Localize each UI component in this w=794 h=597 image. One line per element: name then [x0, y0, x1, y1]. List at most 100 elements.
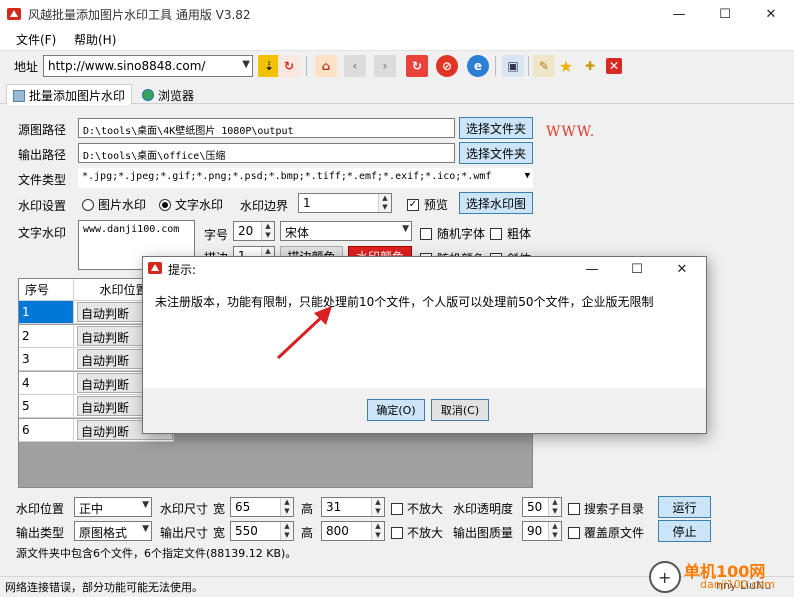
- chevron-down-icon[interactable]: ▼: [525, 171, 530, 181]
- go-icon[interactable]: ⇣: [258, 55, 280, 77]
- window-title: 风越批量添加图片水印工具 通用版 V3.82: [28, 8, 251, 22]
- spin-arrows-icon[interactable]: ▲▼: [378, 194, 391, 212]
- spinner-value: 65: [235, 500, 251, 514]
- chevron-down-icon[interactable]: ▼: [402, 224, 409, 234]
- watermark-width-spinner[interactable]: 65 ▲ ▼: [230, 497, 294, 517]
- chevron-down-icon[interactable]: ▼: [242, 59, 250, 70]
- globe-icon: [142, 89, 154, 101]
- table-row-index[interactable]: 5: [19, 395, 74, 418]
- font-size-spinner[interactable]: 20 ▲ ▼: [233, 221, 275, 241]
- checkbox-icon: [391, 526, 403, 539]
- watermark-height-spinner[interactable]: 31 ▲ ▼: [321, 497, 385, 517]
- file-type-value: *.jpg;*.jpeg;*.gif;*.png;*.psd;*.bmp;*.t…: [82, 171, 492, 182]
- height-label: 高: [301, 526, 314, 540]
- watermark-position-select[interactable]: 正中 ▼: [74, 497, 152, 517]
- menu-file[interactable]: 文件(F): [16, 31, 56, 48]
- radio-label: 文字水印: [175, 198, 224, 212]
- table-row-index[interactable]: 1: [19, 301, 74, 324]
- dialog-cancel-button[interactable]: 取消(C): [431, 399, 489, 421]
- file-type-label: 文件类型: [18, 173, 67, 187]
- spinner-value: 90: [527, 524, 543, 538]
- stop-button[interactable]: 停止: [658, 520, 711, 542]
- spin-arrows-icon[interactable]: ▲▼: [371, 498, 384, 516]
- dialog-maximize-button[interactable]: ☐: [614, 257, 660, 281]
- choose-watermark-image-button[interactable]: 选择水印图: [459, 192, 533, 214]
- address-label: 地址: [14, 60, 39, 74]
- dialog-minimize-button[interactable]: —: [569, 257, 615, 281]
- dialog-title: 提示:: [168, 263, 197, 277]
- ie-browser-icon[interactable]: e: [467, 55, 489, 77]
- site-watermark-logo-icon: +: [648, 560, 682, 594]
- preview-checkbox[interactable]: ✓ 预览: [407, 196, 448, 213]
- output-height-spinner[interactable]: 800 ▲ ▼: [321, 521, 385, 541]
- overwrite-checkbox[interactable]: 覆盖原文件: [568, 524, 644, 541]
- watermark-border-spinner[interactable]: 1 ▲ ▼: [298, 193, 392, 213]
- watermark-setting-label: 水印设置: [18, 199, 67, 213]
- font-size-label: 字号: [204, 228, 229, 242]
- checkbox-label: 搜索子目录: [584, 502, 645, 516]
- star-icon[interactable]: ★: [555, 55, 577, 77]
- choose-source-folder-button[interactable]: 选择文件夹: [459, 117, 533, 139]
- table-row-index[interactable]: 4: [19, 371, 74, 395]
- forward-icon[interactable]: ›: [374, 55, 396, 77]
- tab-browser[interactable]: 浏览器: [136, 84, 200, 104]
- output-type-select[interactable]: 原图格式 ▼: [74, 521, 152, 541]
- home-icon[interactable]: ⌂: [315, 55, 337, 77]
- radio-icon: [82, 198, 94, 211]
- run-button[interactable]: 运行: [658, 496, 711, 518]
- spinner-value: 50: [527, 500, 543, 514]
- menu-help[interactable]: 帮助(H): [74, 31, 116, 48]
- choose-output-folder-button[interactable]: 选择文件夹: [459, 142, 533, 164]
- tab-batch-watermark[interactable]: 批量添加图片水印: [6, 84, 133, 105]
- dialog-ok-button[interactable]: 确定(O): [367, 399, 425, 421]
- window-icon[interactable]: ▣: [502, 55, 524, 77]
- opacity-spinner[interactable]: 50 ▲ ▼: [522, 497, 562, 517]
- close-tab-icon[interactable]: ✕: [606, 58, 622, 74]
- checkbox-icon: [391, 502, 403, 515]
- output-width-spinner[interactable]: 550 ▲ ▼: [230, 521, 294, 541]
- chevron-down-icon[interactable]: ▼: [142, 524, 149, 534]
- back-icon[interactable]: ‹: [344, 55, 366, 77]
- site-watermark-url: danji100.com: [700, 578, 775, 591]
- bold-checkbox[interactable]: 粗体: [490, 225, 531, 242]
- quality-spinner[interactable]: 90 ▲ ▼: [522, 521, 562, 541]
- app-logo-icon: [6, 6, 22, 22]
- chevron-down-icon[interactable]: ▼: [142, 500, 149, 510]
- paint-icon[interactable]: ✎: [533, 55, 555, 77]
- table-row-index[interactable]: 3: [19, 348, 74, 371]
- spin-arrows-icon[interactable]: ▲▼: [548, 522, 561, 540]
- spin-arrows-icon[interactable]: ▲▼: [371, 522, 384, 540]
- source-path-input[interactable]: D:\tools\桌面\4K壁纸图片 1080P\output: [78, 118, 455, 138]
- spin-arrows-icon[interactable]: ▲▼: [280, 522, 293, 540]
- spinner-value: 20: [238, 224, 254, 238]
- no-enlarge-output-checkbox[interactable]: 不放大: [391, 524, 443, 541]
- reload-icon[interactable]: ↻: [406, 55, 428, 77]
- spin-arrows-icon[interactable]: ▲▼: [261, 222, 274, 240]
- add-favorite-icon[interactable]: ✚: [579, 55, 601, 77]
- output-path-input[interactable]: D:\tools\桌面\office\压缩: [78, 143, 455, 163]
- table-row-index[interactable]: 6: [19, 418, 74, 442]
- random-font-checkbox[interactable]: 随机字体: [420, 225, 485, 242]
- dialog-close-button[interactable]: ✕: [659, 257, 705, 281]
- refresh-icon[interactable]: ↻: [278, 55, 300, 77]
- tab-label: 批量添加图片水印: [29, 89, 126, 103]
- address-input[interactable]: http://www.sino8848.com/ ▼: [43, 55, 253, 77]
- search-subfolders-checkbox[interactable]: 搜索子目录: [568, 500, 644, 517]
- file-type-select[interactable]: *.jpg;*.jpeg;*.gif;*.png;*.psd;*.bmp;*.t…: [78, 168, 533, 188]
- font-select[interactable]: 宋体 ▼: [280, 221, 412, 241]
- spin-arrows-icon[interactable]: ▲▼: [280, 498, 293, 516]
- checkbox-label: 覆盖原文件: [584, 526, 645, 540]
- maximize-button[interactable]: ☐: [702, 0, 748, 28]
- text-watermark-radio[interactable]: 文字水印: [159, 196, 223, 213]
- spin-arrows-icon[interactable]: ▲▼: [548, 498, 561, 516]
- no-enlarge-watermark-checkbox[interactable]: 不放大: [391, 500, 443, 517]
- stop-icon[interactable]: ⊘: [436, 55, 458, 77]
- column-header-index[interactable]: 序号: [19, 279, 74, 301]
- close-button[interactable]: ✕: [748, 0, 794, 28]
- watermark-preview-text: WWW.: [546, 124, 596, 140]
- checkbox-label: 粗体: [507, 227, 532, 241]
- minimize-button[interactable]: —: [656, 0, 702, 28]
- table-row-index[interactable]: 2: [19, 324, 74, 348]
- image-watermark-radio[interactable]: 图片水印: [82, 196, 146, 213]
- spinner-value: 31: [326, 500, 342, 514]
